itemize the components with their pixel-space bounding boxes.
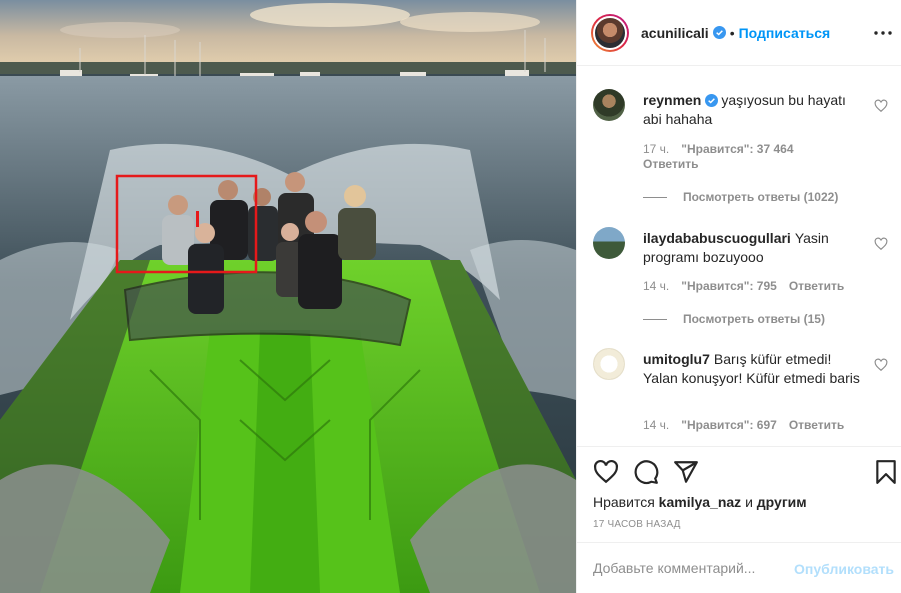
comment-time: 17 ч. [643,142,670,156]
header-separator: • [729,24,735,41]
comment-likes[interactable]: "Нравится": 697 [681,418,777,432]
likes-prefix: Нравится [593,494,655,510]
commenter-avatar[interactable] [593,348,625,380]
comment-time: 14 ч. [643,279,670,293]
post-side-panel: acunilicali • Подписаться reynmen yaşıyos… [576,0,901,593]
publish-button[interactable]: Опубликовать [794,561,894,577]
reply-button[interactable]: Ответить [789,279,844,293]
view-replies-label: Посмотреть ответы (1022) [683,190,839,204]
view-replies-button[interactable]: Посмотреть ответы (15) [643,312,825,326]
boat-photo-illustration [0,0,576,593]
comment-likes[interactable]: "Нравится": 37 464 [681,142,793,156]
author-username[interactable]: acunilicali [641,25,709,41]
post-actions: Нравится kamilya_naz и другим 17 часов н… [577,446,901,542]
comment-input[interactable] [593,558,793,578]
comment-icon[interactable] [633,459,659,485]
author-avatar[interactable] [591,13,629,52]
replies-divider [643,318,667,320]
likes-others[interactable]: другим [757,494,807,510]
comment-body: ilaydababuscuogullari Yasin programı bozu… [643,229,868,267]
reply-button[interactable]: Ответить [643,157,698,171]
bookmark-icon[interactable] [873,459,899,485]
share-icon[interactable] [673,459,699,485]
follow-button[interactable]: Подписаться [739,25,831,41]
comment-like-icon[interactable] [874,99,888,113]
comment-time: 14 ч. [643,418,670,432]
add-comment-bar: Опубликовать [577,542,901,593]
comment-meta: 14 ч. "Нравится": 795 Ответить [643,279,856,293]
comment-meta: 17 ч. "Нравится": 37 464 [643,142,806,156]
post-header: acunilicali • Подписаться [577,0,901,66]
heart-icon[interactable] [593,459,619,485]
commenter-username[interactable]: reynmen [643,92,701,108]
likes-and: и [745,494,753,510]
likes-summary: Нравится kamilya_naz и другим [593,494,807,510]
reply-button[interactable]: Ответить [789,418,844,432]
comment-likes[interactable]: "Нравится": 795 [681,279,777,293]
comment-like-icon[interactable] [874,358,888,372]
view-replies-button[interactable]: Посмотреть ответы (1022) [643,190,838,204]
comment-body: umitoglu7 Barış küfür etmedi! Yalan konuş… [643,350,868,388]
comment-like-icon[interactable] [874,237,888,251]
commenter-avatar[interactable] [593,89,625,121]
commenter-avatar[interactable] [593,227,625,259]
liked-by-user[interactable]: kamilya_naz [659,494,742,510]
replies-divider [643,196,667,198]
instagram-post-view: acunilicali • Подписаться reynmen yaşıyos… [0,0,901,593]
verified-badge-icon [712,26,726,39]
comments-list[interactable]: reynmen yaşıyosun bu hayatı abi hahaha 17… [577,67,901,445]
post-photo[interactable] [0,0,576,593]
comment-meta: 14 ч. "Нравится": 697 Ответить [643,418,856,432]
comment-meta-reply: Ответить [643,157,710,171]
comment-body: reynmen yaşıyosun bu hayatı abi hahaha [643,91,868,129]
commenter-username[interactable]: ilaydababuscuogullari [643,230,791,246]
verified-badge-icon [705,94,719,107]
post-timestamp[interactable]: 17 часов назад [593,519,681,530]
view-replies-label: Посмотреть ответы (15) [683,312,825,326]
more-options-icon[interactable] [872,22,894,44]
commenter-username[interactable]: umitoglu7 [643,351,710,367]
